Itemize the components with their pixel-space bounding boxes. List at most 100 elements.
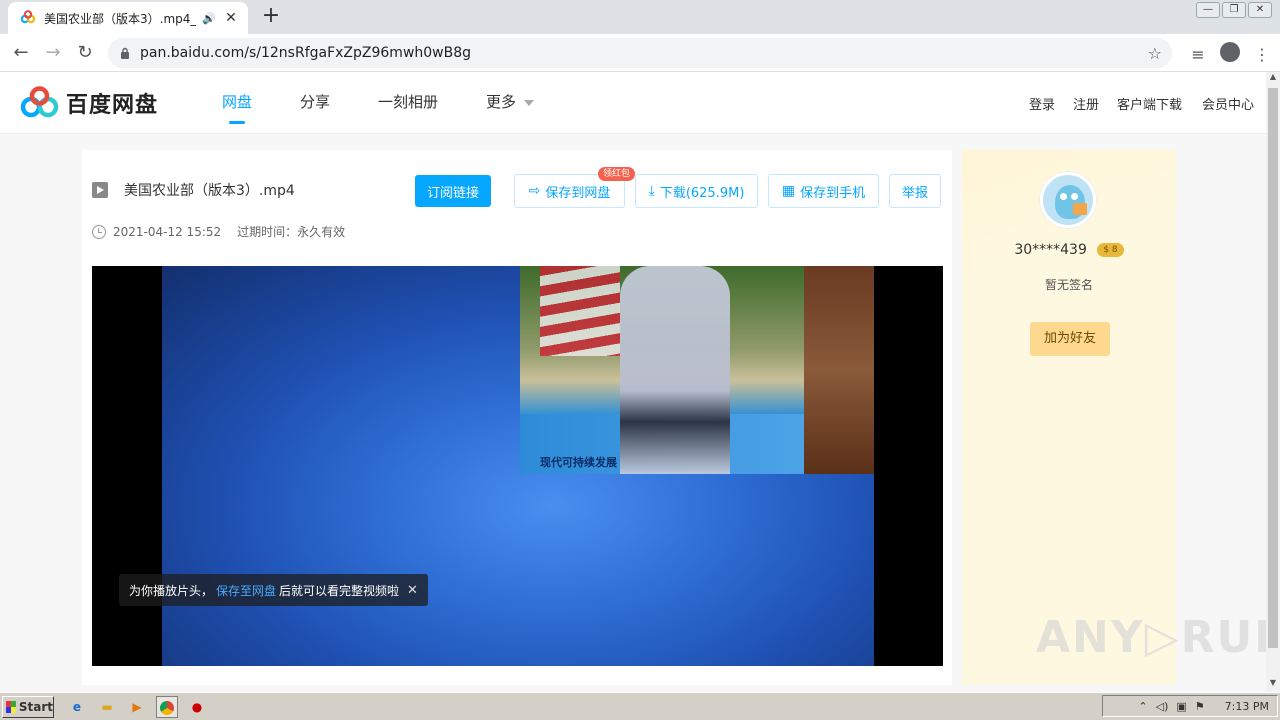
menu-kebab-icon[interactable]: ⋮ bbox=[1252, 45, 1272, 64]
download-icon: ⤓ bbox=[648, 183, 655, 199]
flag-shape bbox=[540, 266, 620, 356]
tab-audio-icon[interactable]: 🔊 bbox=[202, 12, 216, 25]
window-controls: — ❐ ✕ bbox=[1196, 2, 1272, 18]
start-button[interactable]: Start bbox=[2, 695, 54, 718]
toast-suffix: 后就可以看完整视频啦 bbox=[279, 583, 400, 598]
vertical-scrollbar[interactable]: ▲ ▼ bbox=[1266, 72, 1280, 692]
video-inset-scene: 现代可持续发展 bbox=[520, 266, 874, 474]
report-button[interactable]: 举报 bbox=[889, 174, 941, 208]
system-tray: ⌃ ◁) ▣ ⚑ 7:13 PM bbox=[1102, 695, 1278, 717]
avatar-eye-left bbox=[1060, 193, 1067, 200]
main-nav: 网盘 分享 一刻相册 更多 bbox=[222, 72, 582, 134]
clock-time[interactable]: 7:13 PM bbox=[1225, 700, 1269, 713]
sharer-username: 30****439 $ 8 bbox=[962, 242, 1176, 258]
save-to-disk-label: 保存到网盘 bbox=[545, 185, 611, 201]
site-logo[interactable]: 百度网盘 bbox=[20, 86, 158, 120]
lock-icon bbox=[121, 47, 129, 59]
toast-save-link[interactable]: 保存至网盘 bbox=[216, 582, 276, 599]
avatar-eye-right bbox=[1071, 193, 1078, 200]
client-download-link[interactable]: 客户端下载 bbox=[1117, 94, 1182, 113]
chevron-down-icon bbox=[524, 99, 535, 106]
media-player-icon[interactable]: ▶ bbox=[126, 696, 148, 718]
browser-toolbar: ← → ↻ pan.baidu.com/s/12nsRfgaFxZpZ96mwh… bbox=[0, 34, 1280, 72]
address-bar[interactable]: pan.baidu.com/s/12nsRfgaFxZpZ96mwh0wB8g … bbox=[108, 38, 1172, 68]
stop-icon[interactable]: ● bbox=[186, 696, 208, 718]
reload-button[interactable]: ↻ bbox=[72, 40, 98, 66]
vip-center-link[interactable]: 会员中心 bbox=[1202, 94, 1254, 113]
nav-item-more[interactable]: 更多 bbox=[486, 72, 535, 134]
tab-close-icon[interactable]: ✕ bbox=[222, 10, 240, 26]
taskbar: Start e ▬ ▶ ● ⌃ ◁) ▣ ⚑ 7:13 PM bbox=[0, 692, 1280, 720]
browser-tabstrip: 美国农业部（版本3）.mp4_免费 🔊 ✕ + — ❐ ✕ bbox=[0, 0, 1280, 34]
folder-icon[interactable]: ▬ bbox=[96, 696, 118, 718]
tray-arrow-icon[interactable]: ⌃ bbox=[1138, 700, 1147, 713]
file-card: 美国农业部（版本3）.mp4 2021-04-12 15:52 过期时间：永久有… bbox=[82, 150, 952, 685]
site-header: 百度网盘 网盘 分享 一刻相册 更多 登录 注册 客户端下载 会员中心 bbox=[0, 72, 1266, 134]
qr-code-icon: ▦ bbox=[781, 183, 796, 199]
report-label: 举报 bbox=[901, 185, 928, 201]
subscribe-button[interactable]: 订阅链接 bbox=[415, 175, 491, 207]
ie-icon[interactable]: e bbox=[66, 696, 88, 718]
file-title: 美国农业部（版本3）.mp4 bbox=[124, 183, 295, 199]
network-icon[interactable]: ▣ bbox=[1176, 700, 1186, 713]
page-viewport: 百度网盘 网盘 分享 一刻相册 更多 登录 注册 客户端下载 会员中心 美国农业… bbox=[0, 72, 1266, 692]
nav-item-album[interactable]: 一刻相册 bbox=[378, 72, 438, 134]
close-window-button[interactable]: ✕ bbox=[1248, 2, 1272, 18]
save-to-phone-label: 保存到手机 bbox=[800, 185, 866, 201]
file-meta: 2021-04-12 15:52 过期时间：永久有效 bbox=[92, 223, 345, 240]
nav-item-share[interactable]: 分享 bbox=[300, 72, 330, 134]
download-button[interactable]: ⤓ 下载(625.9M) bbox=[635, 174, 758, 208]
anyrun-watermark: ANY▷RUN bbox=[1036, 612, 1266, 663]
save-to-phone-button[interactable]: ▦ 保存到手机 bbox=[768, 174, 879, 208]
quick-launch: e ▬ ▶ ● bbox=[66, 695, 208, 718]
media-control-icon[interactable]: ≡ bbox=[1188, 45, 1208, 64]
account-links: 登录 注册 客户端下载 会员中心 bbox=[1029, 72, 1254, 134]
add-friend-button[interactable]: 加为好友 bbox=[1030, 322, 1110, 356]
nav-more-label: 更多 bbox=[486, 93, 517, 111]
new-tab-button[interactable]: + bbox=[258, 4, 284, 30]
login-link[interactable]: 登录 bbox=[1029, 94, 1055, 113]
username-text: 30****439 bbox=[1014, 242, 1087, 258]
start-label: Start bbox=[18, 699, 53, 714]
preview-toast: 为你播放片头， 保存至网盘 后就可以看完整视频啦 ✕ bbox=[119, 574, 428, 606]
video-player[interactable]: 现代可持续发展 为你播放片头， 保存至网盘 后就可以看完整视频啦 ✕ bbox=[92, 266, 943, 666]
level-badge: $ 8 bbox=[1097, 243, 1124, 257]
windows-logo-icon bbox=[6, 700, 16, 713]
toast-close-icon[interactable]: ✕ bbox=[407, 583, 418, 598]
forward-button[interactable]: → bbox=[40, 40, 66, 66]
profile-icon[interactable] bbox=[1220, 42, 1240, 66]
sharer-card: 30****439 $ 8 暂无签名 加为好友 bbox=[962, 150, 1176, 685]
baidu-pan-logo-icon bbox=[20, 86, 59, 118]
save-icon: ⇨ bbox=[528, 183, 541, 199]
toast-prefix: 为你播放片头， bbox=[129, 583, 214, 598]
nav-item-pan[interactable]: 网盘 bbox=[222, 72, 252, 134]
volume-icon[interactable]: ◁) bbox=[1156, 700, 1169, 713]
baidu-pan-favicon-icon bbox=[20, 10, 36, 24]
video-file-icon bbox=[92, 182, 108, 198]
person-figure bbox=[620, 266, 730, 474]
red-packet-badge: 领红包 bbox=[598, 167, 636, 181]
register-link[interactable]: 注册 bbox=[1073, 94, 1099, 113]
file-expiry: 过期时间：永久有效 bbox=[237, 225, 346, 239]
tab-title: 美国农业部（版本3）.mp4_免费 bbox=[44, 11, 197, 26]
back-button[interactable]: ← bbox=[8, 40, 34, 66]
subscribe-label: 订阅链接 bbox=[426, 185, 479, 201]
chrome-icon[interactable] bbox=[156, 695, 178, 718]
clock-icon bbox=[92, 224, 106, 239]
scroll-down-icon[interactable]: ▼ bbox=[1266, 678, 1280, 692]
logo-text: 百度网盘 bbox=[66, 93, 159, 118]
toolbar-actions: ≡ ⋮ bbox=[1188, 42, 1272, 66]
maximize-button[interactable]: ❐ bbox=[1222, 2, 1246, 18]
person-figure-right bbox=[804, 266, 874, 474]
scroll-up-icon[interactable]: ▲ bbox=[1266, 72, 1280, 86]
minimize-button[interactable]: — bbox=[1196, 2, 1220, 18]
scrollbar-thumb[interactable] bbox=[1268, 88, 1278, 648]
flag-icon[interactable]: ⚑ bbox=[1195, 700, 1205, 713]
avatar[interactable] bbox=[1040, 172, 1096, 228]
browser-tab[interactable]: 美国农业部（版本3）.mp4_免费 🔊 ✕ bbox=[8, 2, 248, 34]
bookmark-star-icon[interactable]: ☆ bbox=[1148, 44, 1162, 63]
avatar-box bbox=[1073, 203, 1087, 215]
download-label: 下载(625.9M) bbox=[659, 185, 745, 201]
sharer-signature: 暂无签名 bbox=[1044, 278, 1093, 292]
sign-text: 现代可持续发展 bbox=[540, 456, 617, 469]
